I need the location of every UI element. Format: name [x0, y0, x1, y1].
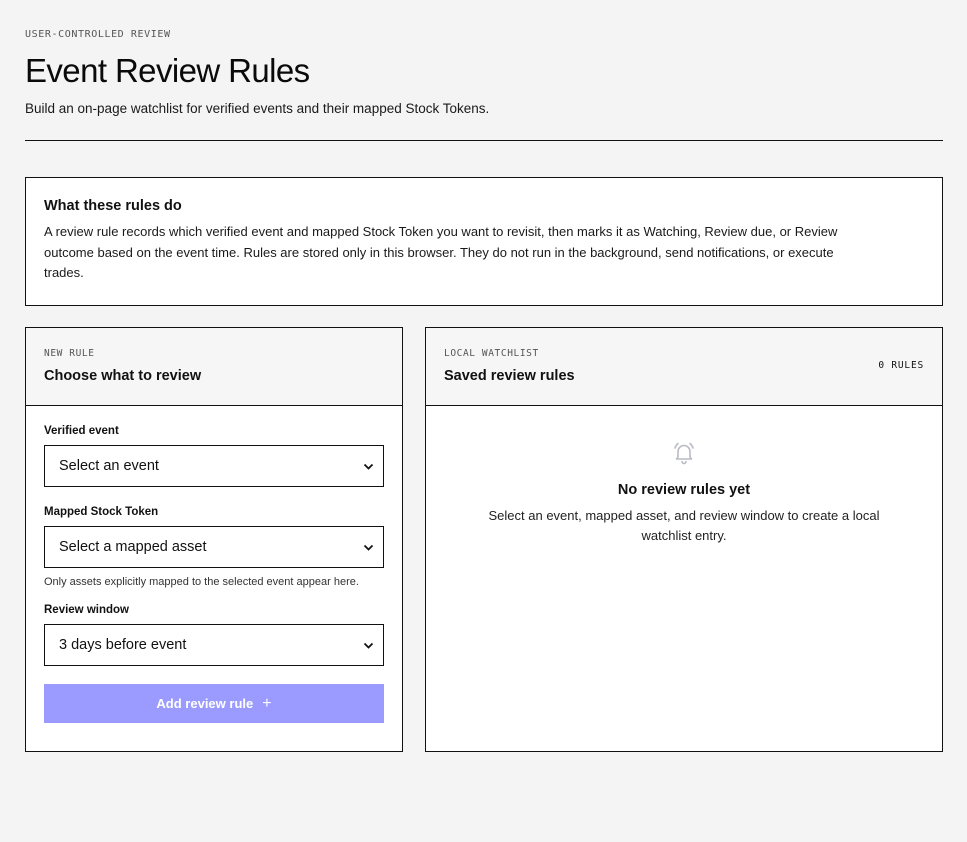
asset-select-value: Select a mapped asset: [59, 539, 207, 555]
asset-select[interactable]: Select a mapped asset: [44, 526, 384, 568]
event-select-value: Select an event: [59, 458, 159, 474]
info-box: What these rules do A review rule record…: [25, 177, 943, 306]
rule-count-badge: 0 RULES: [878, 360, 924, 371]
watchlist-title: Saved review rules: [444, 368, 575, 384]
chevron-down-icon: [363, 542, 374, 553]
add-review-rule-button[interactable]: Add review rule +: [44, 684, 384, 723]
new-rule-panel: NEW RULE Choose what to review Verified …: [25, 327, 403, 752]
event-select[interactable]: Select an event: [44, 445, 384, 487]
empty-state: No review rules yet Select an event, map…: [426, 440, 942, 546]
info-title: What these rules do: [44, 198, 182, 214]
header-divider: [25, 140, 943, 141]
new-rule-title: Choose what to review: [44, 368, 202, 384]
plus-icon: +: [262, 694, 272, 712]
empty-title: No review rules yet: [617, 482, 751, 498]
window-select[interactable]: 3 days before event: [44, 624, 384, 666]
chevron-down-icon: [363, 640, 374, 651]
window-label: Review window: [44, 604, 129, 616]
page-eyebrow: USER-CONTROLLED REVIEW: [25, 29, 171, 40]
watchlist-header: LOCAL WATCHLIST Saved review rules 0 RUL…: [426, 328, 942, 406]
new-rule-header: NEW RULE Choose what to review: [26, 328, 402, 406]
asset-hint: Only assets explicitly mapped to the sel…: [44, 576, 359, 588]
info-body: A review rule records which verified eve…: [44, 224, 838, 280]
asset-label: Mapped Stock Token: [44, 506, 159, 518]
new-rule-form: Verified event Select an event Mapped St…: [26, 406, 402, 723]
new-rule-eyebrow: NEW RULE: [44, 348, 95, 359]
window-select-value: 3 days before event: [59, 637, 187, 653]
watchlist-eyebrow: LOCAL WATCHLIST: [444, 348, 539, 359]
event-label: Verified event: [44, 425, 119, 437]
chevron-down-icon: [363, 461, 374, 472]
page-subtitle: Build an on-page watchlist for verified …: [25, 101, 490, 116]
page-title: Event Review Rules: [25, 52, 310, 89]
bell-icon: [671, 440, 697, 466]
empty-text: Select an event, mapped asset, and revie…: [488, 508, 880, 543]
add-review-rule-label: Add review rule: [156, 696, 254, 711]
watchlist-panel: LOCAL WATCHLIST Saved review rules 0 RUL…: [425, 327, 943, 752]
